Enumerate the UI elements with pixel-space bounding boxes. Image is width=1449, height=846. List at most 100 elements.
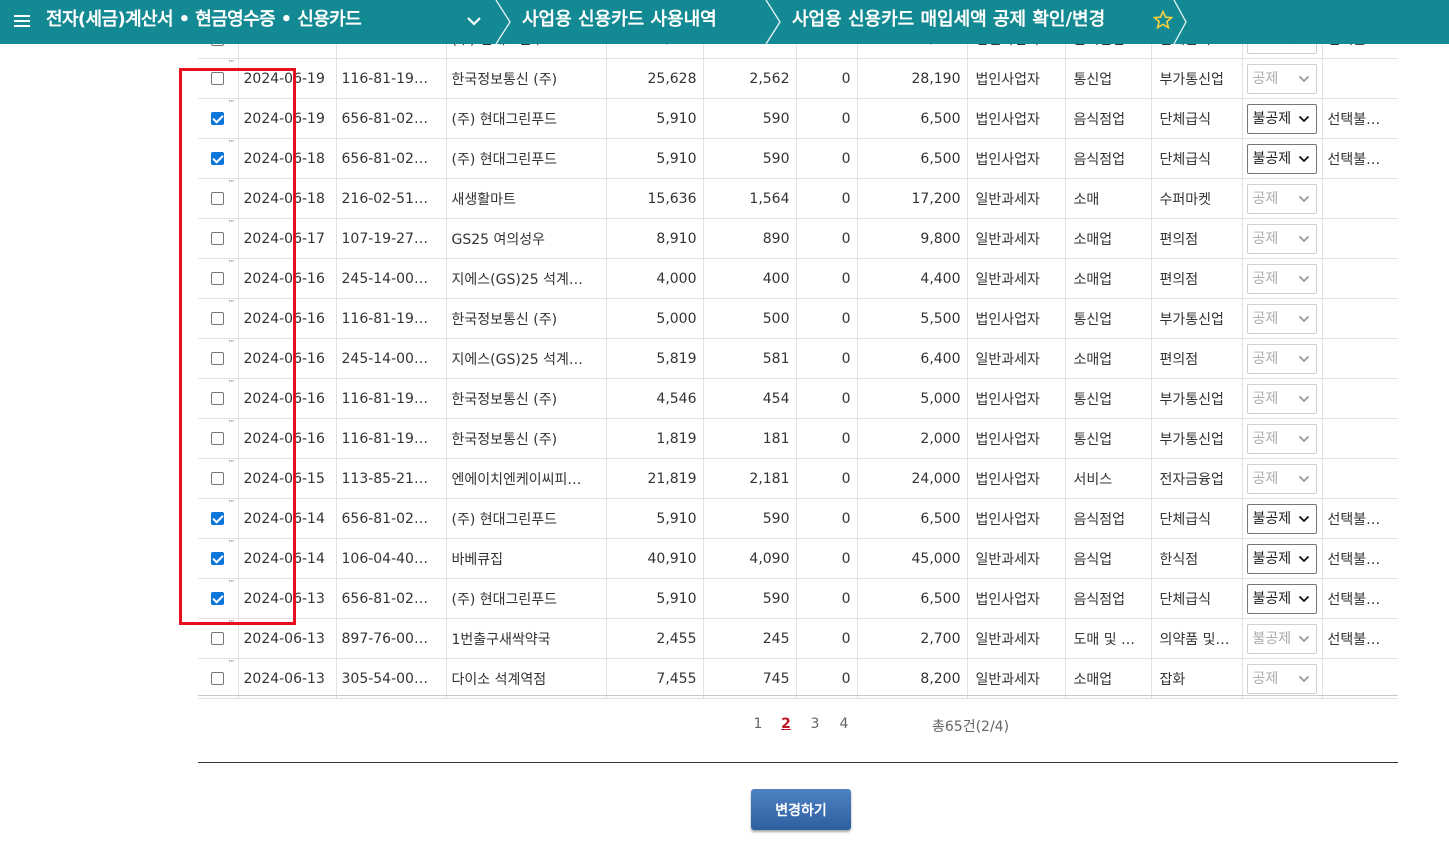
- row-checkbox[interactable]: [211, 352, 225, 365]
- deduction-select[interactable]: 공제: [1246, 663, 1317, 694]
- deduction-select[interactable]: 공제: [1246, 63, 1317, 94]
- row-checkbox[interactable]: [211, 392, 225, 405]
- supply-amount: 40,910: [606, 538, 704, 579]
- deduction-select[interactable]: 공제: [1246, 303, 1317, 334]
- deduction-select[interactable]: 불공제: [1246, 623, 1317, 654]
- deduction-select-value: 불공제: [1252, 630, 1292, 647]
- page-link-2-current[interactable]: 2: [776, 716, 796, 732]
- row-checkbox[interactable]: [211, 232, 225, 245]
- chevron-down-icon[interactable]: [464, 11, 484, 31]
- row-select-cell: ···: [198, 538, 239, 579]
- deduction-note: [1322, 458, 1398, 499]
- sub-industry: 편의점: [1151, 258, 1243, 299]
- change-button[interactable]: 변경하기: [751, 789, 851, 830]
- deduction-select[interactable]: 불공제: [1246, 143, 1317, 174]
- deduction-select[interactable]: 불공제: [1246, 543, 1317, 574]
- table-row: ··· 2024-06-14 656-81-02… (주) 현대그린푸드 5,910 59…: [198, 498, 1398, 539]
- ellipsis-marker: ···: [228, 378, 235, 388]
- approval-date: 2024-06-18: [238, 178, 337, 219]
- deduction-select[interactable]: 불공제: [1246, 503, 1317, 534]
- deduction-note: [1322, 58, 1398, 99]
- deduction-note: [1322, 658, 1398, 699]
- row-checkbox[interactable]: [211, 112, 225, 125]
- business-number: 113-85-21…: [336, 458, 447, 499]
- industry: 음식점업: [1065, 98, 1152, 139]
- merchant-name: 지에스(GS)25 석계…: [446, 338, 607, 379]
- deduction-note: 선택불…: [1322, 578, 1398, 619]
- industry: 음식업: [1065, 538, 1152, 579]
- table-row: ··· 2024-06-13 656-81-02… (주) 현대그린푸드 5,910 59…: [198, 578, 1398, 619]
- table-row: ··· 2024-06-16 245-14-00… 지에스(GS)25 석계… 5,81…: [198, 338, 1398, 379]
- deduction-select[interactable]: 불공제: [1246, 583, 1317, 614]
- row-checkbox[interactable]: [211, 192, 225, 205]
- deduction-select[interactable]: 공제: [1246, 463, 1317, 494]
- ellipsis-marker: ···: [228, 178, 235, 188]
- deduction-select[interactable]: 공제: [1246, 343, 1317, 374]
- deduction-note: 선택불…: [1322, 138, 1398, 179]
- dropdown-arrow-icon: [1298, 155, 1309, 162]
- deduction-select[interactable]: 공제: [1246, 383, 1317, 414]
- taxpayer-type: 일반과세자: [967, 338, 1066, 379]
- page-link-4[interactable]: 4: [834, 716, 854, 732]
- row-checkbox[interactable]: [211, 592, 225, 605]
- ellipsis-marker: ···: [228, 58, 235, 68]
- service-fee: 0: [796, 338, 858, 379]
- taxpayer-type: 일반과세자: [967, 538, 1066, 579]
- vat-amount: 581: [703, 338, 797, 379]
- dropdown-arrow-icon: [1298, 235, 1309, 242]
- deduction-select-value: 공제: [1252, 350, 1279, 367]
- vat-amount: 590: [703, 98, 797, 139]
- vat-amount: 2,562: [703, 58, 797, 99]
- industry: 서비스: [1065, 458, 1152, 499]
- deduction-cell: 불공제: [1242, 498, 1323, 539]
- ellipsis-marker: ···: [228, 538, 235, 548]
- deduction-select-value: 공제: [1252, 230, 1279, 247]
- table-row: ··· 2024-06-13 305-54-00… 다이소 석계역점 7,455 745 0…: [198, 658, 1398, 699]
- service-fee: 0: [796, 58, 858, 99]
- deduction-select-value: 불공제: [1252, 510, 1292, 527]
- industry: 통신업: [1065, 58, 1152, 99]
- page-link-1[interactable]: 1: [748, 716, 768, 732]
- row-checkbox[interactable]: [211, 472, 225, 485]
- row-checkbox[interactable]: [211, 432, 225, 445]
- approval-date: 2024-06-17: [238, 218, 337, 259]
- dropdown-arrow-icon: [1298, 315, 1309, 322]
- dropdown-arrow-icon: [1298, 75, 1309, 82]
- ellipsis-marker: ···: [228, 298, 235, 308]
- page-link-3[interactable]: 3: [805, 716, 825, 732]
- row-checkbox[interactable]: [211, 632, 225, 645]
- breadcrumb-category[interactable]: 전자(세금)계산서 • 현금영수증 • 신용카드: [46, 0, 362, 44]
- row-select-cell: ···: [198, 58, 239, 99]
- merchant-name: 다이소 석계역점: [446, 658, 607, 699]
- row-checkbox[interactable]: [211, 272, 225, 285]
- ellipsis-marker: ···: [228, 138, 235, 148]
- industry: 도매 및 …: [1065, 618, 1152, 659]
- ellipsis-marker: ···: [228, 258, 235, 268]
- favorite-star-icon[interactable]: [1153, 10, 1173, 30]
- deduction-select[interactable]: 불공제: [1246, 103, 1317, 134]
- breadcrumb-card-usage[interactable]: 사업용 신용카드 사용내역: [522, 0, 717, 44]
- business-number: 656-81-02…: [336, 498, 447, 539]
- deduction-select[interactable]: 공제: [1246, 423, 1317, 454]
- deduction-select[interactable]: 공제: [1246, 183, 1317, 214]
- supply-amount: 7,455: [606, 658, 704, 699]
- deduction-select-value: 불공제: [1252, 550, 1292, 567]
- table-row: ··· 2024-06-16 116-81-19… 한국정보통신 (주) 1,819 18…: [198, 418, 1398, 459]
- deduction-select-value: 공제: [1252, 70, 1279, 87]
- sub-industry: 수퍼마켓: [1151, 178, 1243, 219]
- approval-date: 2024-06-16: [238, 298, 337, 339]
- row-checkbox[interactable]: [211, 72, 225, 85]
- deduction-select[interactable]: 공제: [1246, 223, 1317, 254]
- hamburger-menu-icon[interactable]: [14, 12, 30, 30]
- deduction-select[interactable]: 공제: [1246, 263, 1317, 294]
- row-checkbox[interactable]: [211, 312, 225, 325]
- row-checkbox[interactable]: [211, 552, 225, 565]
- deduction-note: [1322, 298, 1398, 339]
- service-fee: 0: [796, 618, 858, 659]
- vat-amount: 500: [703, 298, 797, 339]
- row-checkbox[interactable]: [211, 512, 225, 525]
- approval-date: 2024-06-16: [238, 418, 337, 459]
- sub-industry: 단체급식: [1151, 498, 1243, 539]
- row-checkbox[interactable]: [211, 672, 225, 685]
- row-checkbox[interactable]: [211, 152, 225, 165]
